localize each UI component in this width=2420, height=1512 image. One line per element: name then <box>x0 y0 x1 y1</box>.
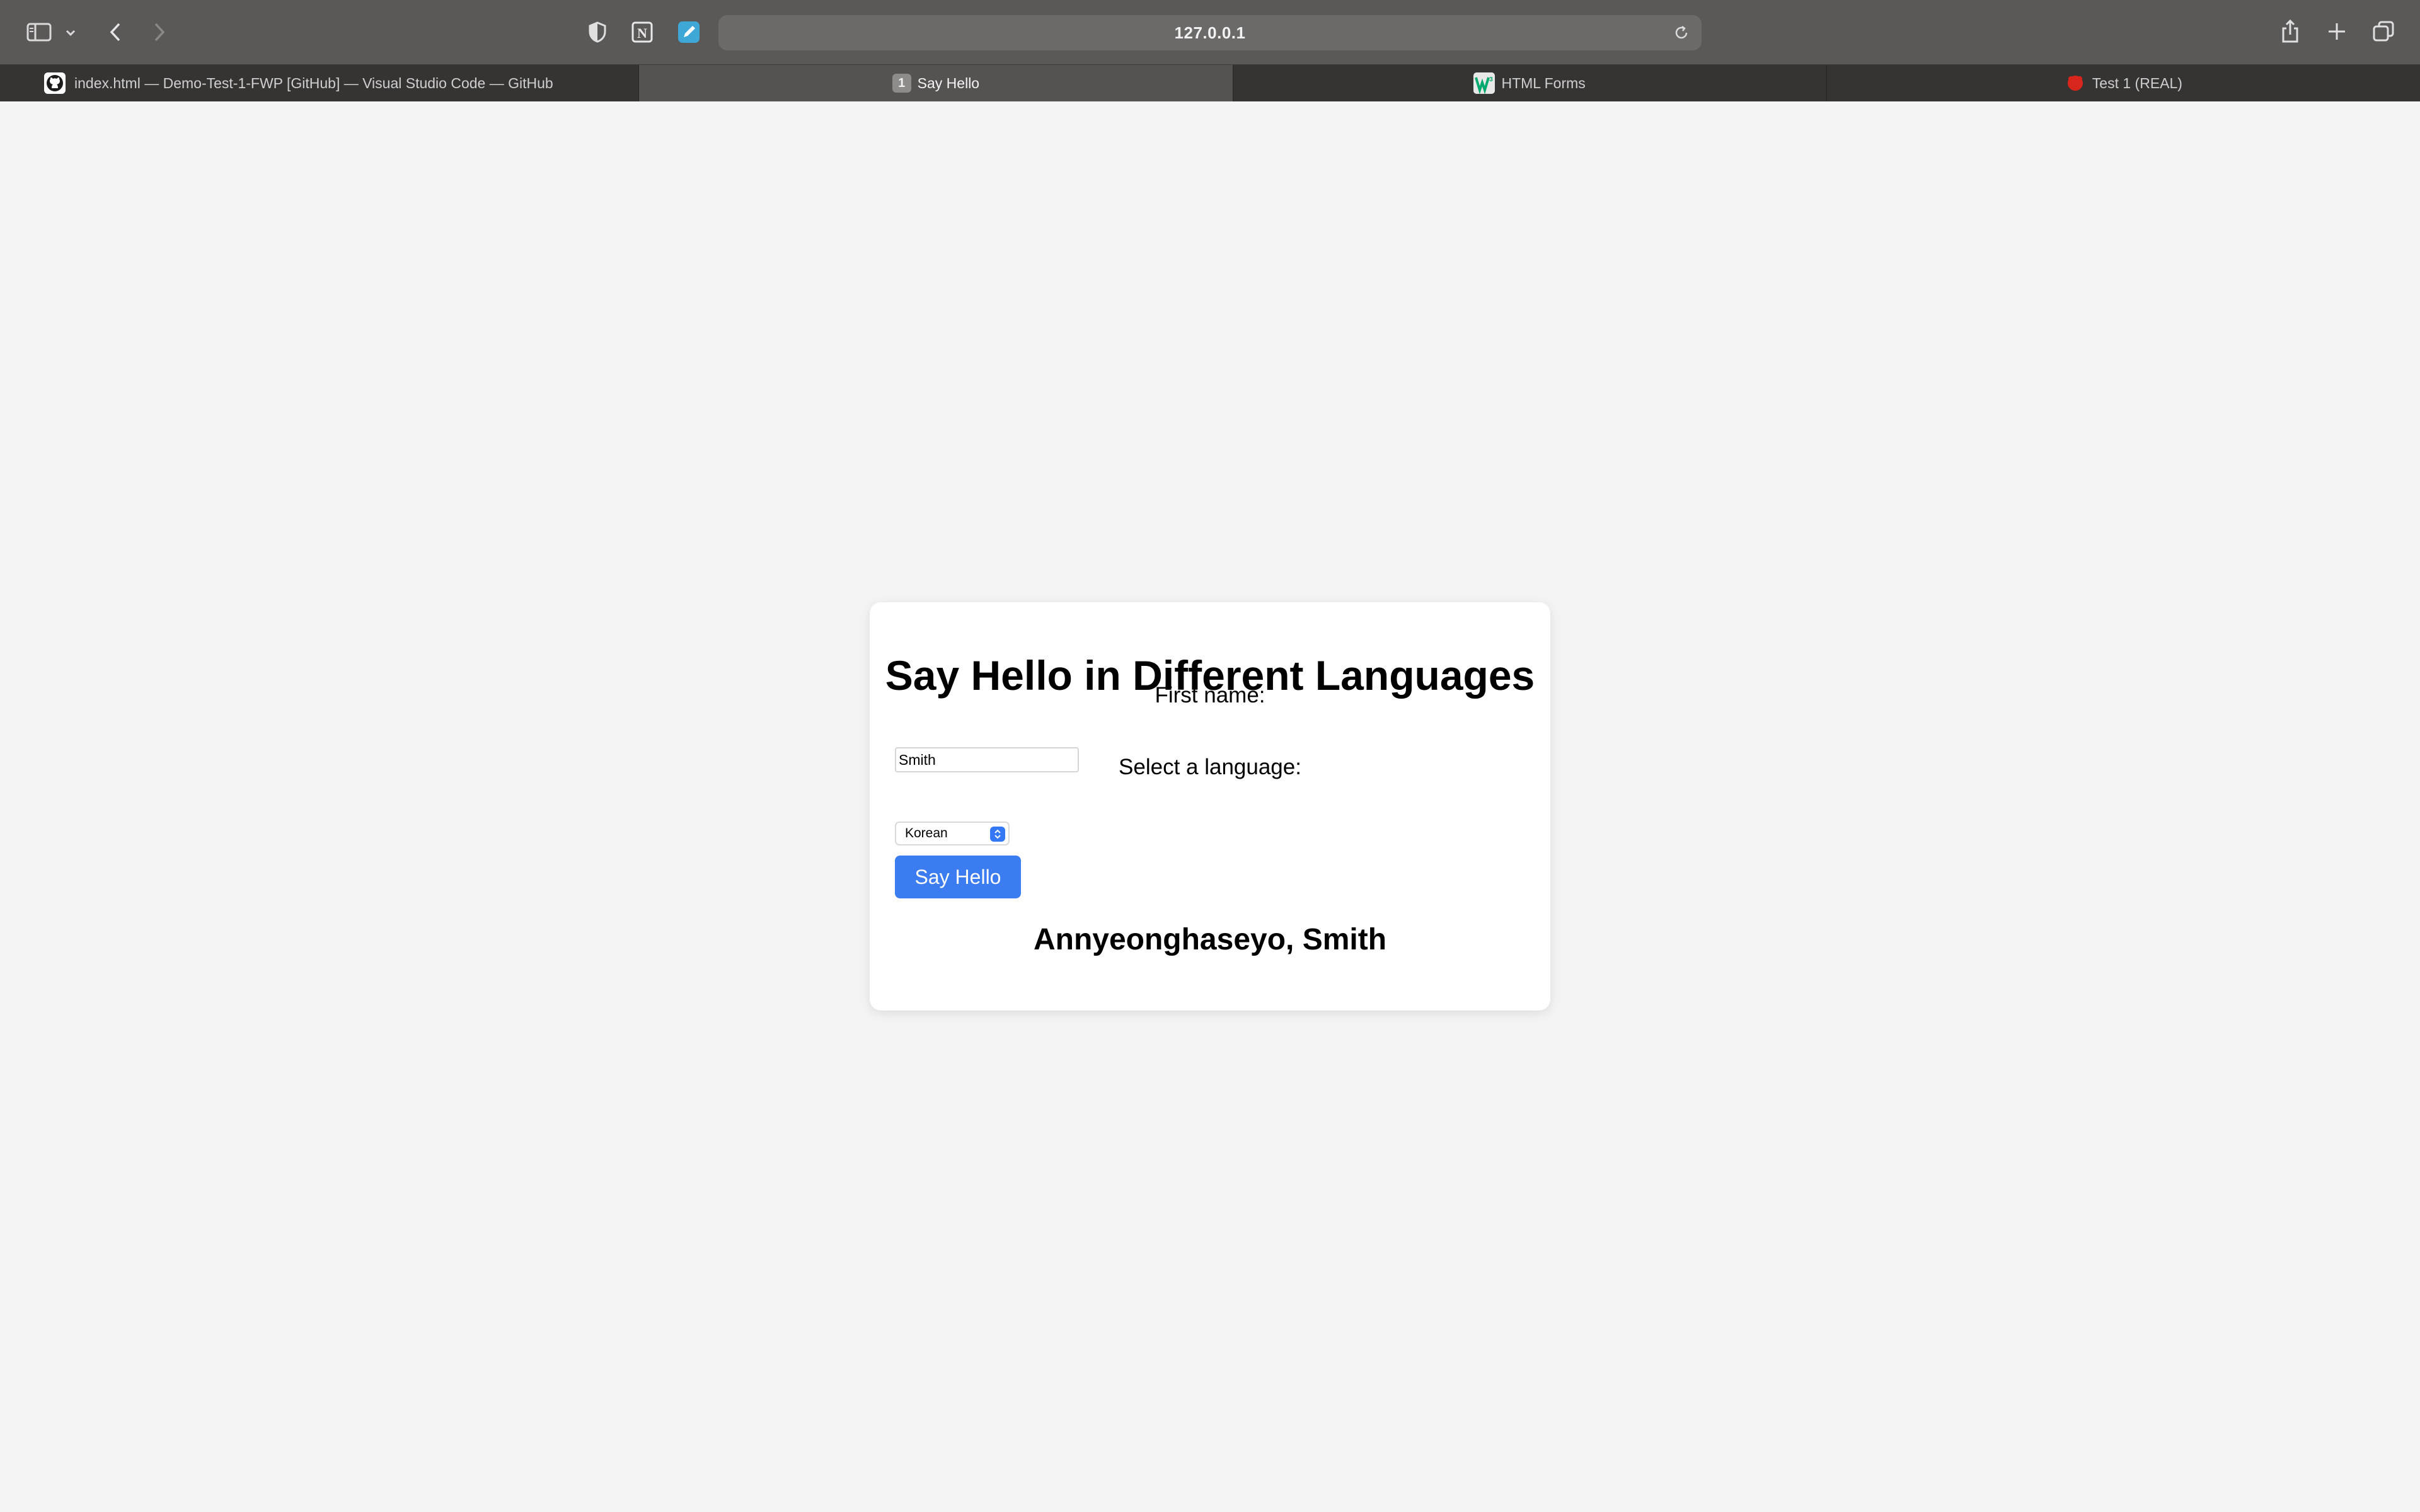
forward-arrow-icon[interactable] <box>150 19 169 45</box>
w3schools-icon: 3 <box>1473 72 1495 94</box>
red-app-icon <box>2065 72 2086 94</box>
address-bar[interactable]: 127.0.0.1 <box>718 15 1702 50</box>
tab-title: HTML Forms <box>1501 74 1586 91</box>
tab-test-1-real[interactable]: Test 1 (REAL) <box>1827 65 2420 101</box>
tab-html-forms[interactable]: 3 HTML Forms <box>1233 65 1827 101</box>
language-selected-value: Korean <box>905 826 948 840</box>
back-arrow-icon[interactable] <box>106 19 125 45</box>
pen-extension-icon[interactable] <box>677 20 701 44</box>
tab-title: Test 1 (REAL) <box>2092 74 2182 91</box>
browser-toolbar: N 127.0.0.1 <box>0 0 2420 65</box>
say-hello-card: Say Hello in Different Languages First n… <box>870 602 1550 1011</box>
chevron-down-icon[interactable] <box>63 25 78 40</box>
sidebar-toggle-icon[interactable] <box>25 20 53 44</box>
first-name-label: First name: <box>1155 683 1265 707</box>
select-stepper-icon <box>990 827 1005 842</box>
tab-title: index.html — Demo-Test-1-FWP [GitHub] — … <box>74 74 553 91</box>
tab-vscode-github[interactable]: index.html — Demo-Test-1-FWP [GitHub] — … <box>0 65 640 101</box>
reload-icon[interactable] <box>1673 24 1690 45</box>
url-text[interactable]: 127.0.0.1 <box>718 15 1702 50</box>
github-icon <box>44 72 66 94</box>
tab-say-hello[interactable]: 1 Say Hello <box>639 65 1233 101</box>
shield-icon[interactable] <box>586 20 609 44</box>
language-label: Select a language: <box>1119 755 1301 779</box>
say-hello-button[interactable]: Say Hello <box>895 856 1021 898</box>
greeting-output: Annyeonghaseyo, Smith <box>1033 923 1387 956</box>
svg-text:3: 3 <box>1490 76 1494 83</box>
language-select[interactable]: Korean <box>895 822 1010 845</box>
new-tab-plus-icon[interactable] <box>2324 19 2349 44</box>
tab-overview-icon[interactable] <box>2371 19 2396 44</box>
notion-icon[interactable]: N <box>630 20 654 44</box>
svg-text:N: N <box>637 25 647 41</box>
tab-title: Say Hello <box>917 74 980 91</box>
tab-strip: index.html — Demo-Test-1-FWP [GitHub] — … <box>0 65 2420 101</box>
share-icon[interactable] <box>2278 18 2303 45</box>
numbered-badge-icon: 1 <box>892 74 911 93</box>
